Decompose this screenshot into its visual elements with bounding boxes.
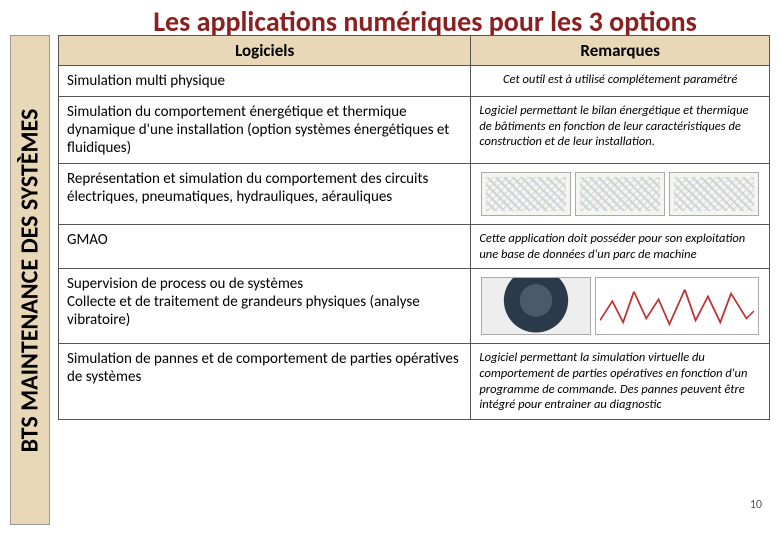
chart-thumbnail-icon bbox=[595, 277, 759, 335]
table-row: Supervision de process ou de systèmes Co… bbox=[59, 269, 770, 344]
table-row: GMAO Cette application doit posséder pou… bbox=[59, 225, 770, 269]
sidebar-band: BTS MAINTENANCE DES SYSTÈMES bbox=[10, 35, 50, 525]
table-row: Simulation de pannes et de comportement … bbox=[59, 344, 770, 420]
header-remarks: Remarques bbox=[471, 36, 770, 66]
header-software: Logiciels bbox=[59, 36, 471, 66]
remark-cell: Logiciel permettant la simulation virtue… bbox=[471, 344, 770, 420]
sidebar-label: BTS MAINTENANCE DES SYSTÈMES bbox=[16, 108, 45, 452]
device-thumbnail-icon bbox=[481, 277, 590, 335]
applications-table: Logiciels Remarques Simulation multi phy… bbox=[58, 35, 770, 420]
circuit-thumbnail-icon bbox=[669, 172, 759, 216]
software-cell: Supervision de process ou de systèmes Co… bbox=[59, 269, 471, 344]
remark-cell bbox=[471, 269, 770, 344]
remark-cell: Cet outil est à utilisé complétement par… bbox=[471, 66, 770, 97]
software-cell: GMAO bbox=[59, 225, 471, 269]
software-cell: Simulation multi physique bbox=[59, 66, 471, 97]
remark-cell bbox=[471, 164, 770, 225]
page-number: 10 bbox=[750, 498, 762, 512]
remark-cell: Cette application doit posséder pour son… bbox=[471, 225, 770, 269]
main-content: Logiciels Remarques Simulation multi phy… bbox=[58, 35, 770, 530]
table-row: Représentation et simulation du comporte… bbox=[59, 164, 770, 225]
remark-cell: Logiciel permettant le bilan énergétique… bbox=[471, 97, 770, 164]
circuit-thumbnail-icon bbox=[575, 172, 665, 216]
thumbnails bbox=[479, 275, 761, 337]
circuit-thumbnail-icon bbox=[481, 172, 571, 216]
table-row: Simulation du comportement énergétique e… bbox=[59, 97, 770, 164]
software-cell: Simulation du comportement énergétique e… bbox=[59, 97, 471, 164]
software-cell: Représentation et simulation du comporte… bbox=[59, 164, 471, 225]
software-cell: Simulation de pannes et de comportement … bbox=[59, 344, 471, 420]
table-row: Simulation multi physique Cet outil est … bbox=[59, 66, 770, 97]
thumbnails bbox=[479, 170, 761, 218]
